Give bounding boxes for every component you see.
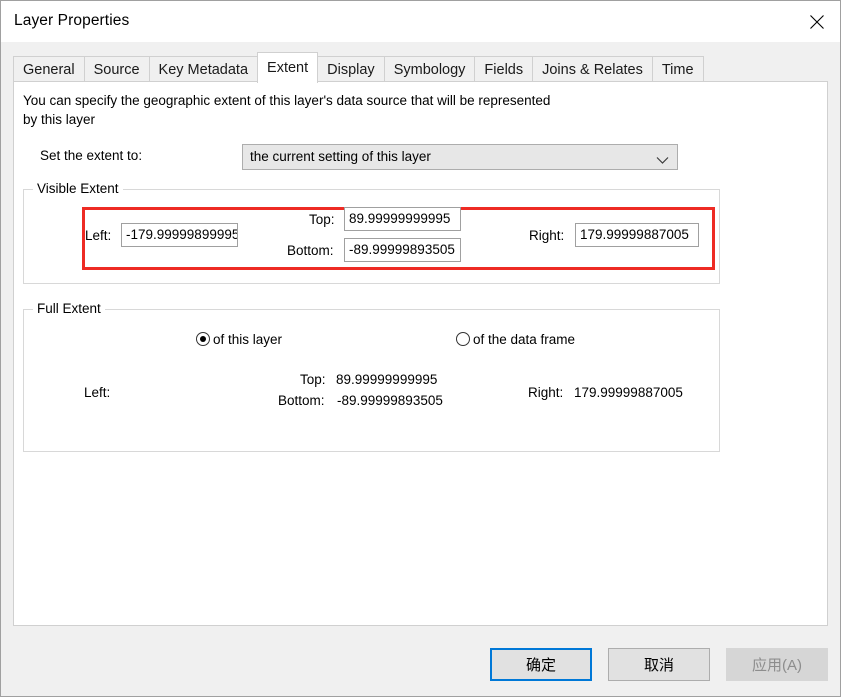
radio-of-the-data-frame[interactable]: of the data frame: [456, 329, 575, 349]
visible-bottom-value: -89.99999893505: [349, 242, 455, 257]
extent-description-line2: by this layer: [23, 112, 96, 127]
visible-bottom-label: Bottom:: [287, 243, 334, 258]
tab-key-metadata[interactable]: Key Metadata: [148, 56, 259, 82]
tab-list: General Source Key Metadata Extent Displ…: [13, 52, 704, 83]
ok-button[interactable]: 确定: [490, 648, 592, 681]
visible-left-label: Left:: [85, 228, 112, 243]
full-extent-group-title: Full Extent: [33, 301, 105, 316]
tab-fields[interactable]: Fields: [474, 56, 534, 82]
tab-display[interactable]: Display: [317, 56, 385, 82]
full-bottom-label: Bottom:: [278, 393, 325, 408]
radio-of-the-data-frame-label: of the data frame: [473, 331, 576, 347]
tab-general[interactable]: General: [13, 56, 85, 82]
radio-unselected-icon: [456, 332, 470, 346]
close-icon: [809, 14, 825, 30]
visible-top-label: Top:: [309, 212, 335, 227]
extent-description: You can specify the geographic extent of…: [23, 91, 743, 129]
visible-extent-group: Visible Extent Top: 89.99999999995 Botto…: [23, 181, 720, 284]
visible-extent-group-title: Visible Extent: [33, 181, 123, 196]
radio-of-this-layer-label: of this layer: [213, 331, 283, 347]
tab-extent[interactable]: Extent: [257, 52, 319, 83]
extent-description-line1: You can specify the geographic extent of…: [23, 93, 551, 108]
radio-selected-icon: [196, 332, 210, 346]
full-extent-radio-group: of this layer of the data frame: [24, 329, 719, 351]
visible-left-value: -179.99999899995: [126, 227, 238, 242]
page-title: Layer Properties: [14, 12, 130, 29]
set-extent-dropdown[interactable]: the current setting of this layer: [242, 144, 678, 170]
set-extent-selected-value: the current setting of this layer: [250, 149, 431, 164]
visible-top-value: 89.99999999995: [349, 211, 451, 226]
full-top-label: Top:: [300, 372, 326, 387]
set-extent-label: Set the extent to:: [40, 148, 143, 163]
full-left-label: Left:: [84, 385, 111, 400]
tab-source[interactable]: Source: [83, 56, 150, 82]
visible-right-input[interactable]: 179.99999887005: [575, 223, 699, 247]
tab-joins-and-relates[interactable]: Joins & Relates: [532, 56, 653, 82]
chevron-down-icon: [656, 153, 669, 168]
dialog-footer: 确定 取消 应用(A): [1, 634, 840, 696]
visible-right-value: 179.99999887005: [580, 227, 689, 242]
full-bottom-value: -89.99999893505: [337, 393, 443, 408]
full-extent-group: Full Extent of this layer of the data fr…: [23, 301, 720, 452]
visible-right-label: Right:: [529, 228, 565, 243]
visible-bottom-input[interactable]: -89.99999893505: [344, 238, 461, 262]
visible-top-input[interactable]: 89.99999999995: [344, 207, 461, 231]
visible-left-input[interactable]: -179.99999899995: [121, 223, 238, 247]
extent-tab-page: You can specify the geographic extent of…: [13, 81, 828, 626]
title-bar: Layer Properties: [1, 1, 840, 42]
set-extent-row: Set the extent to: the current setting o…: [14, 144, 827, 170]
layer-properties-dialog: Layer Properties General Source Key Meta…: [0, 0, 841, 697]
apply-button: 应用(A): [726, 648, 828, 681]
full-top-value: 89.99999999995: [336, 372, 438, 387]
cancel-button[interactable]: 取消: [608, 648, 710, 681]
close-button[interactable]: [794, 1, 840, 42]
tab-strip: General Source Key Metadata Extent Displ…: [1, 42, 840, 83]
tab-symbology[interactable]: Symbology: [383, 56, 476, 82]
full-right-label: Right:: [528, 385, 564, 400]
full-right-value: 179.99999887005: [574, 385, 683, 400]
radio-of-this-layer[interactable]: of this layer: [196, 329, 282, 349]
tab-time[interactable]: Time: [651, 56, 704, 82]
